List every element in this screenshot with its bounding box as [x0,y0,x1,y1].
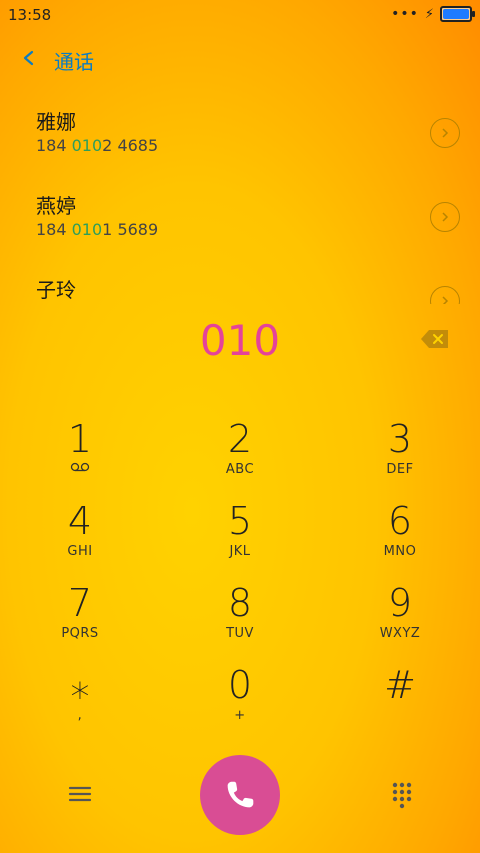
more-dots-icon: ••• [391,6,419,22]
call-button[interactable] [200,755,280,835]
key-1[interactable]: 1 [0,416,160,496]
key-letters: MNO [383,544,417,559]
chevron-right-icon [442,128,449,138]
key-digit: 6 [387,499,413,543]
key-letters: ABC [225,462,255,477]
chevron-right-icon [442,296,449,304]
menu-button[interactable] [64,778,96,810]
contact-row[interactable]: 子玲 [0,274,480,304]
contact-name: 燕婷 [36,194,76,218]
key-letters: , [77,708,83,723]
key-letters: JKL [229,544,251,559]
key-8[interactable]: 8 TUV [160,580,320,660]
key-digit: 9 [387,581,413,625]
key-letters: + [234,708,246,723]
status-time: 13:58 [8,6,52,24]
key-digit: 7 [67,581,93,625]
key-4[interactable]: 4 GHI [0,498,160,578]
key-star[interactable]: ⁎ , [0,662,160,742]
chevron-right-icon [442,212,449,222]
contact-row[interactable]: 雅娜 184 0102 4685 [0,106,480,188]
key-digit: 5 [227,499,253,543]
key-digit: 8 [227,581,253,625]
key-letters: GHI [67,544,93,559]
contact-details-button[interactable] [430,202,460,232]
contact-row[interactable]: 燕婷 184 0101 5689 [0,190,480,272]
contact-details-button[interactable] [430,118,460,148]
status-icons: ••• ⚡ [391,6,475,22]
header: 通话 [0,36,480,80]
key-digit: 4 [67,499,93,543]
key-letters: PQRS [61,626,99,641]
contact-number: 184 0101 5689 [36,220,158,239]
number-suffix: 1 5689 [102,220,159,239]
dialpad-icon [392,782,412,809]
chevron-left-icon [23,50,34,66]
number-match: 010 [71,136,103,155]
number-prefix: 184 [36,220,72,239]
contact-details-button[interactable] [430,286,460,304]
contact-number: 184 0102 4685 [36,136,158,155]
number-match: 010 [71,220,103,239]
dialed-number: 010 [199,316,281,365]
key-letters: TUV [226,626,254,641]
status-bar: 13:58 ••• ⚡ [0,0,480,28]
hamburger-menu-icon [68,786,92,802]
number-prefix: 184 [36,136,72,155]
key-digit: 3 [387,417,413,461]
key-digit: # [384,663,416,707]
key-digit: 1 [67,417,93,461]
backspace-icon [421,330,448,348]
bottom-bar [0,752,480,842]
key-0[interactable]: 0 + [160,662,320,742]
phone-icon [227,781,254,808]
bolt-icon: ⚡ [424,6,434,22]
number-suffix: 2 4685 [102,136,159,155]
dialpad-toggle-button[interactable] [386,778,418,810]
key-7[interactable]: 7 PQRS [0,580,160,660]
key-2[interactable]: 2 ABC [160,416,320,496]
key-3[interactable]: 3 DEF [320,416,480,496]
key-letters: WXYZ [379,626,421,641]
key-9[interactable]: 9 WXYZ [320,580,480,660]
voicemail-icon [70,462,90,472]
key-digit: 2 [227,417,253,461]
contact-name: 雅娜 [36,110,76,134]
battery-icon [440,6,475,22]
contact-name: 子玲 [36,278,76,302]
key-6[interactable]: 6 MNO [320,498,480,578]
back-button[interactable] [18,40,42,76]
page-title: 通话 [54,50,94,74]
backspace-button[interactable] [420,328,450,350]
key-5[interactable]: 5 JKL [160,498,320,578]
key-digit: ⁎ [70,663,90,707]
key-hash[interactable]: # [320,662,480,742]
key-letters: DEF [386,462,414,477]
key-digit: 0 [227,663,253,707]
